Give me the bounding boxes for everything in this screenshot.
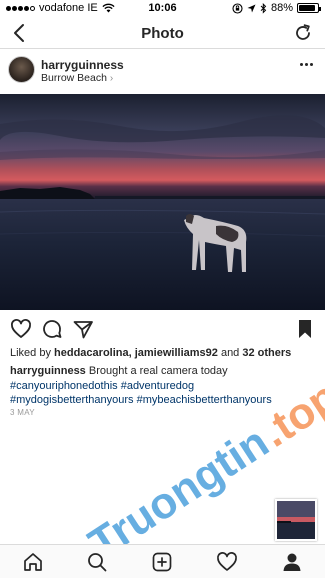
bluetooth-icon bbox=[260, 2, 267, 14]
add-post-icon[interactable] bbox=[151, 551, 173, 573]
comment-icon[interactable] bbox=[41, 318, 63, 340]
hashtag-link[interactable]: #mybeachisbetterthanyours bbox=[137, 394, 272, 406]
post-location[interactable]: Burrow Beach › bbox=[41, 72, 113, 84]
thumbnail-image bbox=[277, 501, 315, 539]
post-photo[interactable] bbox=[0, 94, 325, 310]
refresh-icon[interactable] bbox=[293, 23, 313, 43]
likes-others-count[interactable]: 32 others bbox=[242, 347, 291, 359]
home-icon[interactable] bbox=[22, 551, 44, 573]
nav-bar: Photo bbox=[0, 17, 325, 49]
hashtag-link[interactable]: #canyouriphonedothis bbox=[10, 380, 118, 392]
likes-prefix: Liked by bbox=[10, 347, 55, 359]
bookmark-icon[interactable] bbox=[296, 318, 314, 340]
chevron-right-icon: › bbox=[109, 73, 114, 84]
post-caption: harryguinness Brought a real camera toda… bbox=[10, 364, 315, 408]
post-actions bbox=[0, 314, 325, 344]
post-header: harryguinness Burrow Beach › bbox=[0, 49, 325, 94]
location-arrow-icon bbox=[247, 4, 256, 12]
status-bar: vodafone IE 10:06 88% bbox=[0, 0, 325, 17]
avatar[interactable] bbox=[8, 56, 35, 83]
status-right-group: 88% bbox=[232, 2, 321, 14]
more-options-icon[interactable] bbox=[300, 63, 313, 66]
battery-icon bbox=[297, 3, 321, 13]
post-username[interactable]: harryguinness bbox=[41, 58, 124, 72]
hashtag-link[interactable]: #adventuredog bbox=[121, 380, 194, 392]
likes-and: and bbox=[217, 347, 243, 359]
mini-photo-thumbnail[interactable] bbox=[275, 499, 317, 541]
activity-heart-icon[interactable] bbox=[216, 551, 238, 573]
hashtag-link[interactable]: #mydogisbetterthanyours bbox=[10, 394, 134, 406]
battery-percent: 88% bbox=[270, 2, 293, 14]
post-date: 3 MAY bbox=[10, 408, 35, 417]
search-icon[interactable] bbox=[86, 551, 108, 573]
rotation-lock-icon bbox=[232, 2, 243, 14]
caption-username[interactable]: harryguinness bbox=[10, 365, 86, 377]
beach-sunset-image bbox=[0, 94, 325, 310]
like-heart-icon[interactable] bbox=[10, 318, 32, 340]
likers-names[interactable]: heddacarolina, jamiewilliams92 bbox=[54, 347, 218, 359]
caption-text: Brought a real camera today bbox=[85, 365, 228, 377]
bottom-tab-bar bbox=[0, 544, 325, 578]
page-title: Photo bbox=[141, 25, 184, 42]
share-icon[interactable] bbox=[72, 318, 94, 340]
likes-summary[interactable]: Liked by heddacarolina, jamiewilliams92 … bbox=[10, 347, 291, 359]
location-label: Burrow Beach bbox=[41, 72, 107, 84]
profile-icon[interactable] bbox=[281, 551, 303, 573]
battery-level-fill bbox=[299, 5, 315, 11]
